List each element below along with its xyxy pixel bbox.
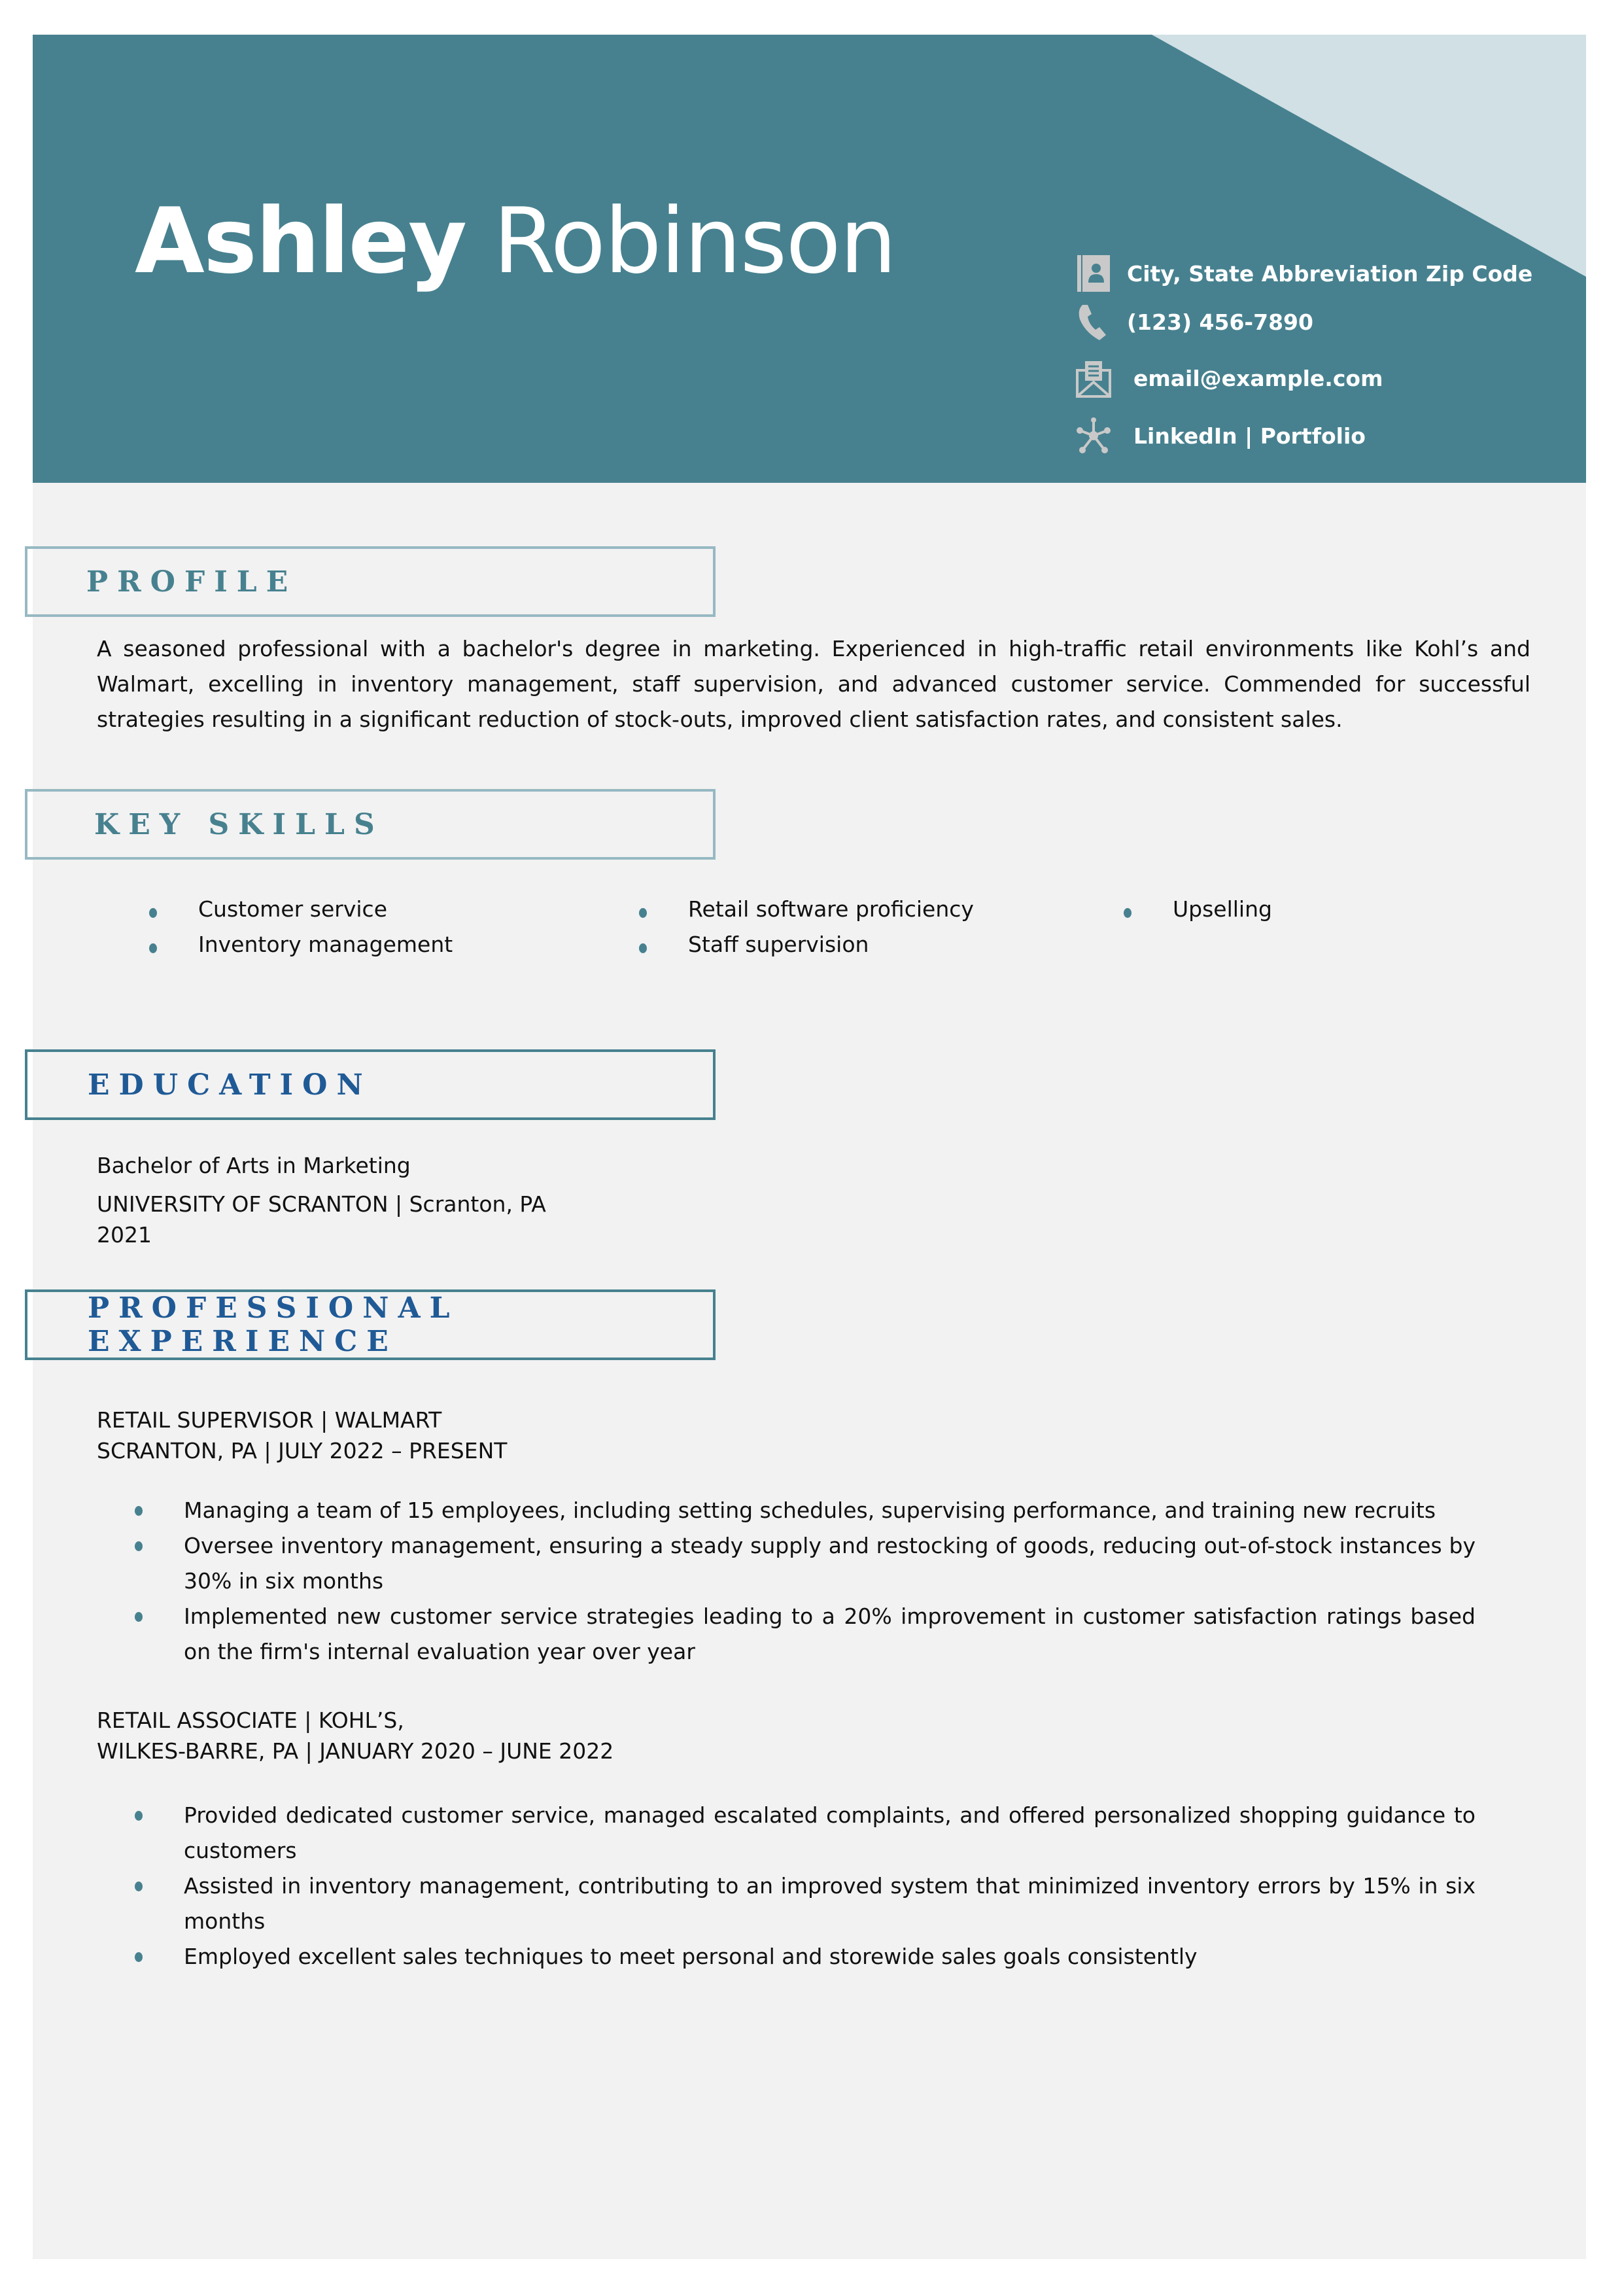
job-bullets: Managing a team of 15 employees, includi…	[135, 1493, 1476, 1670]
section-header-experience: PROFESSIONAL EXPERIENCE	[25, 1289, 716, 1360]
contact-phone-text: (123) 456-7890	[1127, 309, 1313, 335]
phone-icon	[1076, 302, 1111, 342]
bullet-icon	[135, 1952, 143, 1962]
list-item: Assisted in inventory management, contri…	[135, 1868, 1476, 1939]
job-bullets: Provided dedicated customer service, man…	[135, 1798, 1476, 1974]
list-item: Managing a team of 15 employees, includi…	[135, 1493, 1476, 1528]
skill-text: Staff supervision	[688, 932, 869, 957]
job-meta: SCRANTON, PA | JULY 2022 – PRESENT	[97, 1438, 508, 1463]
bullet-icon	[639, 943, 647, 953]
bullet-icon	[1124, 908, 1132, 918]
contact-links-text[interactable]: LinkedIn | Portfolio	[1133, 423, 1366, 449]
section-title: PROFILE	[86, 565, 298, 599]
list-item: Employed excellent sales techniques to m…	[135, 1939, 1476, 1974]
education-year: 2021	[97, 1222, 152, 1248]
contact-email: email@example.com	[1076, 359, 1383, 398]
job-title: RETAIL SUPERVISOR | WALMART	[97, 1407, 442, 1433]
skill-text: Inventory management	[198, 932, 453, 957]
section-header-profile: PROFILE	[25, 546, 716, 617]
address-book-icon	[1076, 254, 1111, 293]
education-school: UNIVERSITY OF SCRANTON | Scranton, PA	[97, 1191, 546, 1217]
section-title: KEY SKILLS	[94, 807, 384, 841]
contact-address: City, State Abbreviation Zip Code	[1076, 254, 1532, 293]
section-title: EDUCATION	[88, 1068, 372, 1102]
first-name: Ashley	[135, 188, 467, 294]
contact-phone: (123) 456-7890	[1076, 302, 1313, 342]
list-item: Provided dedicated customer service, man…	[135, 1798, 1476, 1868]
section-header-education: EDUCATION	[25, 1049, 716, 1120]
education-degree: Bachelor of Arts in Marketing	[97, 1153, 411, 1178]
section-header-skills: KEY SKILLS	[25, 789, 716, 860]
contact-address-text: City, State Abbreviation Zip Code	[1127, 260, 1533, 287]
last-name: Robinson	[492, 188, 897, 294]
candidate-name: Ashley Robinson	[135, 196, 897, 287]
job-title: RETAIL ASSOCIATE | KOHL’S,	[97, 1708, 404, 1733]
section-title: PROFESSIONAL EXPERIENCE	[88, 1291, 459, 1358]
list-item: Implemented new customer service strateg…	[135, 1599, 1476, 1670]
bullet-icon	[149, 943, 157, 953]
bullet-icon	[135, 1612, 143, 1622]
skill-text: Customer service	[198, 896, 387, 922]
bullet-icon	[149, 908, 157, 918]
skill-text: Retail software proficiency	[688, 896, 974, 922]
bullet-icon	[135, 1882, 143, 1891]
email-icon	[1076, 359, 1111, 398]
contact-links: LinkedIn | Portfolio	[1076, 416, 1366, 455]
network-icon	[1076, 416, 1111, 455]
bullet-icon	[135, 1541, 143, 1551]
skill-text: Upselling	[1173, 896, 1272, 922]
list-item: Oversee inventory management, ensuring a…	[135, 1528, 1476, 1599]
bullet-icon	[639, 908, 647, 918]
job-meta: WILKES-BARRE, PA | JANUARY 2020 – JUNE 2…	[97, 1738, 614, 1764]
bullet-icon	[135, 1811, 143, 1821]
contact-email-text[interactable]: email@example.com	[1133, 366, 1383, 391]
profile-summary: A seasoned professional with a bachelor'…	[97, 636, 1530, 732]
bullet-icon	[135, 1506, 143, 1516]
